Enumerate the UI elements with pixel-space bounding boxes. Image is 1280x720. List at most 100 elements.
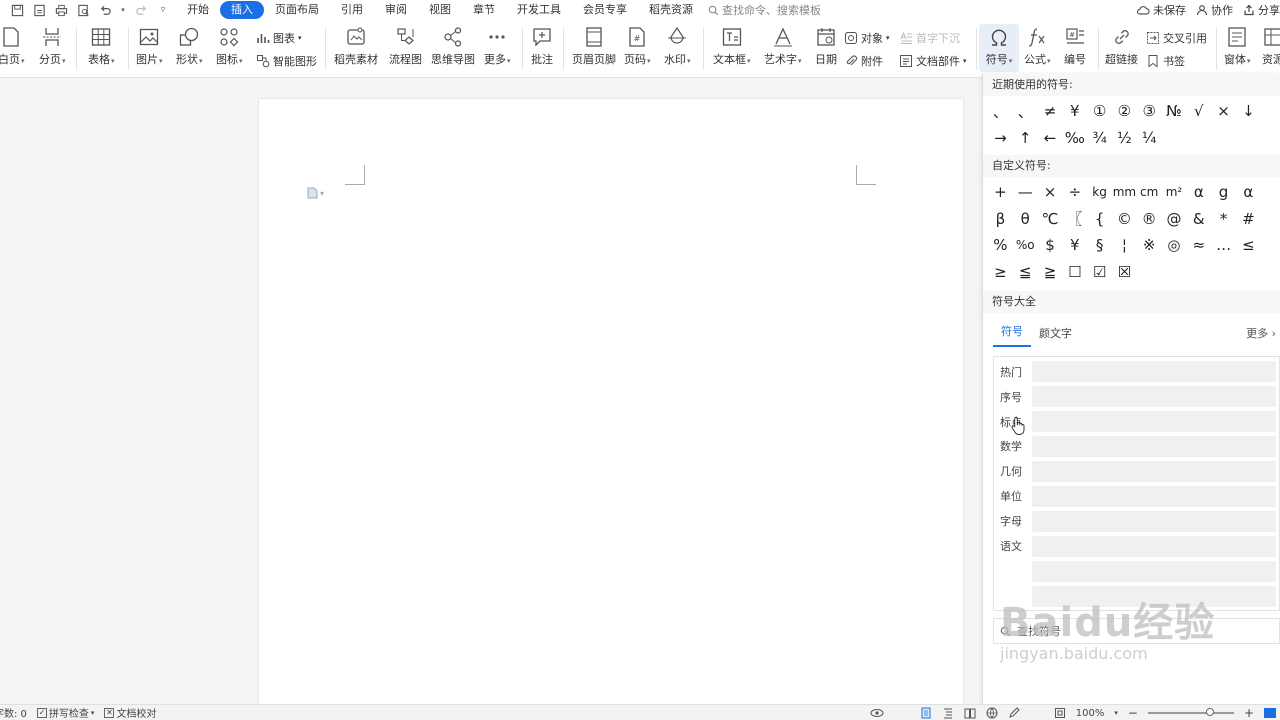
custom-symbol[interactable]: ÷ xyxy=(1062,179,1087,206)
recent-symbol[interactable]: № xyxy=(1162,98,1187,125)
blank-page-button[interactable]: 白页▾ xyxy=(0,26,25,67)
mindmap-button[interactable]: 思维导图 xyxy=(431,26,475,67)
custom-symbol[interactable]: & xyxy=(1186,206,1211,233)
recent-symbol[interactable]: ½ xyxy=(1112,125,1137,152)
custom-symbol[interactable]: @ xyxy=(1162,206,1187,233)
custom-symbol[interactable]: θ xyxy=(1013,206,1038,233)
unsaved-button[interactable]: 未保存 xyxy=(1136,2,1186,18)
category-symbol-row[interactable] xyxy=(1032,511,1276,532)
custom-symbol[interactable]: + xyxy=(988,179,1013,206)
tab-0[interactable]: 开始 xyxy=(176,1,220,19)
custom-symbol[interactable]: § xyxy=(1087,232,1112,259)
textbox-button[interactable]: 文本框▾ xyxy=(713,26,751,67)
custom-symbol[interactable]: m² xyxy=(1162,179,1187,206)
save-icon[interactable] xyxy=(10,3,24,17)
recent-symbol[interactable]: ② xyxy=(1112,98,1137,125)
symbol-category[interactable]: 序号 xyxy=(1000,386,1030,411)
more-button[interactable]: 更多▾ xyxy=(484,26,511,67)
custom-symbol[interactable]: $ xyxy=(1038,232,1063,259)
object-button[interactable]: 对象 ▾ xyxy=(844,30,890,46)
recent-symbol[interactable]: 、 xyxy=(1013,98,1038,125)
recent-symbol[interactable]: ¥ xyxy=(1062,98,1087,125)
outline-view-icon[interactable] xyxy=(942,707,954,719)
custom-symbol[interactable]: α xyxy=(1186,179,1211,206)
tab-4[interactable]: 审阅 xyxy=(374,1,418,19)
symbol-category[interactable]: 语文 xyxy=(1000,535,1030,560)
tab-kaomoji[interactable]: 颜文字 xyxy=(1031,325,1080,347)
custom-symbol[interactable]: … xyxy=(1211,232,1236,259)
table-button[interactable]: 表格▾ xyxy=(88,26,115,67)
bookmark-button[interactable]: 书签 xyxy=(1146,53,1185,69)
category-symbol-row[interactable] xyxy=(1032,386,1276,407)
chart-button[interactable]: 图表 ▾ xyxy=(256,30,302,46)
category-symbol-row[interactable] xyxy=(1032,461,1276,482)
custom-symbol[interactable]: # xyxy=(1236,206,1261,233)
eye-protection-icon[interactable] xyxy=(870,708,884,718)
tab-2[interactable]: 页面布局 xyxy=(264,1,330,19)
recent-symbol[interactable]: ↑ xyxy=(1013,125,1038,152)
recent-symbol[interactable]: ① xyxy=(1087,98,1112,125)
watermark-button[interactable]: 水印▾ xyxy=(664,26,691,67)
recent-symbol[interactable]: 、 xyxy=(988,98,1013,125)
custom-symbol[interactable]: ® xyxy=(1137,206,1162,233)
custom-symbol[interactable]: ☐ xyxy=(1062,259,1087,286)
custom-symbol[interactable]: © xyxy=(1112,206,1137,233)
recent-symbol[interactable]: ‰ xyxy=(1062,125,1087,152)
tab-7[interactable]: 开发工具 xyxy=(506,1,572,19)
pen-icon[interactable] xyxy=(1008,707,1020,719)
symbol-button[interactable]: 符号▾ xyxy=(979,24,1019,72)
custom-symbol[interactable]: ≤ xyxy=(1236,232,1261,259)
flowchart-button[interactable]: 流程图 xyxy=(389,26,422,67)
recent-symbol[interactable]: √ xyxy=(1186,98,1211,125)
recent-symbol[interactable]: × xyxy=(1211,98,1236,125)
undo-dropdown-icon[interactable]: ▾ xyxy=(120,3,126,17)
undo-icon[interactable] xyxy=(98,3,112,17)
web-view-icon[interactable] xyxy=(986,707,998,719)
recent-symbol[interactable]: → xyxy=(988,125,1013,152)
print-icon[interactable] xyxy=(54,3,68,17)
category-symbol-row[interactable] xyxy=(1032,361,1276,382)
category-symbol-row[interactable] xyxy=(1032,561,1276,582)
tab-8[interactable]: 会员专享 xyxy=(572,1,638,19)
drop-cap-button[interactable]: 首字下沉 xyxy=(899,30,960,46)
resources-button[interactable]: 资源 xyxy=(1262,26,1280,67)
form-button[interactable]: 窗体▾ xyxy=(1224,26,1251,67)
custom-symbol[interactable]: ≈ xyxy=(1186,232,1211,259)
doc-parts-button[interactable]: 文档部件 ▾ xyxy=(899,53,967,69)
custom-symbol[interactable]: { xyxy=(1087,206,1112,233)
custom-symbol[interactable]: 〖 xyxy=(1062,206,1087,233)
doc-proof-toggle[interactable]: ✕ 文档校对 xyxy=(104,705,156,720)
symbol-category[interactable]: 几何 xyxy=(1000,460,1030,485)
numbering-button[interactable]: # 编号 xyxy=(1064,26,1086,67)
tab-1[interactable]: 插入 xyxy=(220,1,264,19)
customize-quick-access-icon[interactable]: ▿ xyxy=(156,3,170,17)
category-symbol-row[interactable] xyxy=(1032,411,1276,432)
custom-symbol[interactable]: ≥ xyxy=(988,259,1013,286)
fit-page-icon[interactable] xyxy=(1054,707,1066,719)
custom-symbol[interactable]: ℃ xyxy=(1038,206,1063,233)
icons-button[interactable]: 图标▾ xyxy=(216,26,243,67)
page-number-button[interactable]: # 页码▾ xyxy=(624,26,651,67)
print-preview-icon[interactable] xyxy=(76,3,90,17)
zoom-dropdown-icon[interactable]: ▾ xyxy=(1114,709,1118,717)
custom-symbol[interactable]: kg xyxy=(1087,179,1112,206)
hyperlink-button[interactable]: 超链接 xyxy=(1105,26,1138,67)
shape-button[interactable]: 形状▾ xyxy=(176,26,203,67)
custom-symbol[interactable]: ※ xyxy=(1137,232,1162,259)
zoom-out-icon[interactable]: − xyxy=(1128,706,1138,720)
page-view-icon[interactable] xyxy=(920,707,932,719)
custom-symbol[interactable]: × xyxy=(1038,179,1063,206)
word-count[interactable]: 字数: 0 xyxy=(0,705,27,720)
tab-5[interactable]: 视图 xyxy=(418,1,462,19)
comment-button[interactable]: 批注 xyxy=(531,26,553,67)
tab-6[interactable]: 章节 xyxy=(462,1,506,19)
custom-symbol[interactable]: α xyxy=(1236,179,1261,206)
attachment-button[interactable]: 附件 xyxy=(844,53,883,69)
recent-symbol[interactable]: ¼ xyxy=(1137,125,1162,152)
custom-symbol[interactable]: ◎ xyxy=(1162,232,1187,259)
custom-symbol[interactable]: g xyxy=(1211,179,1236,206)
custom-symbol[interactable]: ☑ xyxy=(1087,259,1112,286)
custom-symbol[interactable]: ≦ xyxy=(1013,259,1038,286)
more-symbols-link[interactable]: 更多 › xyxy=(1246,325,1276,341)
header-footer-button[interactable]: 页眉页脚 xyxy=(572,26,616,67)
